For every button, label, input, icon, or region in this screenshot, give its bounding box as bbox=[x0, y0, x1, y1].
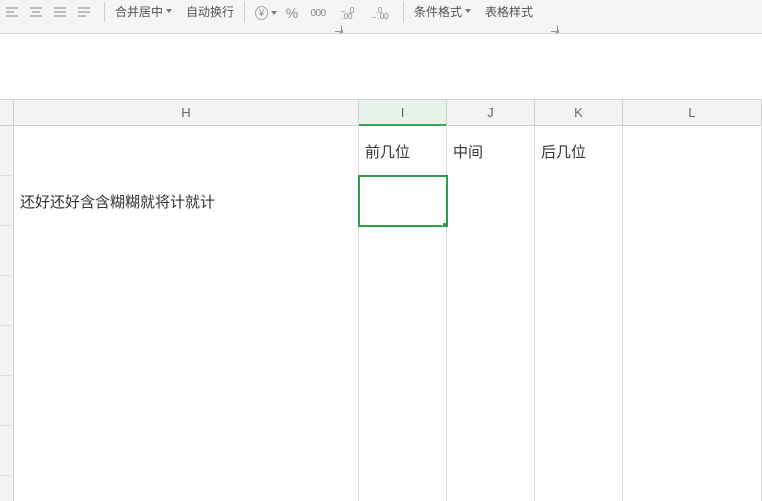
cell[interactable] bbox=[535, 376, 623, 426]
cell-K1[interactable]: 后几位 bbox=[535, 126, 623, 176]
row: 还好还好含含糊糊就将计就计 bbox=[0, 176, 762, 226]
align-justify-icon[interactable] bbox=[51, 4, 69, 22]
cell[interactable] bbox=[535, 226, 623, 276]
cell[interactable] bbox=[359, 326, 447, 376]
cell[interactable] bbox=[447, 326, 535, 376]
cell[interactable] bbox=[447, 226, 535, 276]
separator bbox=[104, 2, 105, 22]
cell-J1[interactable]: 中间 bbox=[447, 126, 535, 176]
spreadsheet-grid[interactable]: H I J K L 前几位 中间 后几位 还好还好含含糊糊就将计就计 bbox=[0, 99, 762, 501]
merge-center-label: 合并居中 bbox=[115, 3, 163, 20]
row-header[interactable] bbox=[0, 376, 14, 425]
row-header[interactable] bbox=[0, 426, 14, 475]
cell-J2[interactable] bbox=[447, 176, 535, 226]
cell[interactable] bbox=[14, 376, 359, 426]
ribbon-toolbar: 合并居中 自动换行 ¥ % 000 ←.0 .00 .0 →.00 条件格式 bbox=[0, 0, 762, 34]
row-header[interactable] bbox=[0, 276, 14, 325]
cell[interactable] bbox=[359, 276, 447, 326]
cell[interactable] bbox=[535, 476, 623, 501]
cell-K2[interactable] bbox=[535, 176, 623, 226]
cell[interactable] bbox=[535, 426, 623, 476]
row bbox=[0, 426, 762, 476]
column-header-I[interactable]: I bbox=[359, 100, 447, 125]
cell[interactable] bbox=[623, 376, 762, 426]
cell[interactable] bbox=[447, 376, 535, 426]
group-expand-icon[interactable] bbox=[332, 22, 342, 32]
row-header[interactable] bbox=[0, 476, 14, 501]
thousands-icon: 000 bbox=[310, 8, 325, 19]
cell[interactable] bbox=[623, 226, 762, 276]
conditional-format-label: 条件格式 bbox=[414, 3, 462, 20]
wrap-text-label: 自动换行 bbox=[186, 3, 234, 20]
alignment-group bbox=[0, 2, 96, 24]
conditional-format-button[interactable]: 条件格式 bbox=[412, 0, 473, 22]
separator bbox=[244, 2, 245, 22]
cell-I2[interactable] bbox=[359, 176, 447, 226]
cell[interactable] bbox=[623, 276, 762, 326]
grid-rows: 前几位 中间 后几位 还好还好含含糊糊就将计就计 bbox=[0, 126, 762, 501]
row bbox=[0, 376, 762, 426]
cell[interactable] bbox=[14, 226, 359, 276]
currency-button[interactable]: ¥ bbox=[255, 2, 277, 24]
row bbox=[0, 226, 762, 276]
decrease-decimal-button[interactable]: .0 →.00 bbox=[365, 2, 393, 24]
merge-center-button[interactable]: 合并居中 bbox=[113, 0, 174, 22]
cell[interactable] bbox=[535, 276, 623, 326]
table-style-label: 表格样式 bbox=[485, 3, 533, 20]
align-distribute-icon[interactable] bbox=[75, 4, 93, 22]
currency-icon: ¥ bbox=[255, 6, 268, 20]
cell[interactable] bbox=[447, 476, 535, 501]
cell[interactable] bbox=[14, 426, 359, 476]
cell[interactable] bbox=[623, 476, 762, 501]
align-top-left-icon[interactable] bbox=[3, 4, 21, 22]
percent-button[interactable]: % bbox=[281, 2, 303, 24]
thousands-button[interactable]: 000 bbox=[307, 2, 329, 24]
number-format-group: ¥ % 000 ←.0 .00 .0 →.00 bbox=[253, 2, 395, 24]
cell[interactable] bbox=[447, 276, 535, 326]
column-header-H[interactable]: H bbox=[14, 100, 359, 125]
cell[interactable] bbox=[535, 326, 623, 376]
formula-bar-area bbox=[0, 34, 762, 99]
row bbox=[0, 476, 762, 501]
separator bbox=[403, 2, 404, 22]
cell-H2[interactable]: 还好还好含含糊糊就将计就计 bbox=[14, 176, 359, 226]
cell-L2[interactable] bbox=[623, 176, 762, 226]
cell[interactable] bbox=[623, 326, 762, 376]
cell[interactable] bbox=[623, 426, 762, 476]
cell[interactable] bbox=[359, 376, 447, 426]
cell[interactable] bbox=[14, 326, 359, 376]
column-header-J[interactable]: J bbox=[447, 100, 535, 125]
percent-icon: % bbox=[286, 5, 298, 21]
cell-H1[interactable] bbox=[14, 126, 359, 176]
row-header[interactable] bbox=[0, 226, 14, 275]
corner-spacer bbox=[0, 100, 14, 125]
cell[interactable] bbox=[359, 226, 447, 276]
cell[interactable] bbox=[359, 476, 447, 501]
row-header[interactable] bbox=[0, 176, 14, 225]
row bbox=[0, 276, 762, 326]
dropdown-caret-icon bbox=[465, 9, 471, 13]
wrap-text-button[interactable]: 自动换行 bbox=[184, 0, 236, 22]
row-header[interactable] bbox=[0, 326, 14, 375]
column-header-K[interactable]: K bbox=[535, 100, 623, 125]
dropdown-caret-icon bbox=[271, 11, 277, 15]
cell[interactable] bbox=[359, 426, 447, 476]
column-header-L[interactable]: L bbox=[623, 100, 762, 125]
row: 前几位 中间 后几位 bbox=[0, 126, 762, 176]
cell-L1[interactable] bbox=[623, 126, 762, 176]
cell[interactable] bbox=[14, 476, 359, 501]
cell[interactable] bbox=[447, 426, 535, 476]
row bbox=[0, 326, 762, 376]
column-header-row: H I J K L bbox=[0, 99, 762, 126]
cell[interactable] bbox=[14, 276, 359, 326]
increase-decimal-button[interactable]: ←.0 .00 bbox=[333, 2, 361, 24]
cell-I1[interactable]: 前几位 bbox=[359, 126, 447, 176]
dropdown-caret-icon bbox=[166, 9, 172, 13]
align-center-icon[interactable] bbox=[27, 4, 45, 22]
row-header[interactable] bbox=[0, 126, 14, 175]
fill-handle[interactable] bbox=[443, 223, 447, 226]
group-expand-icon[interactable] bbox=[548, 22, 558, 32]
table-style-button[interactable]: 表格样式 bbox=[483, 0, 535, 22]
